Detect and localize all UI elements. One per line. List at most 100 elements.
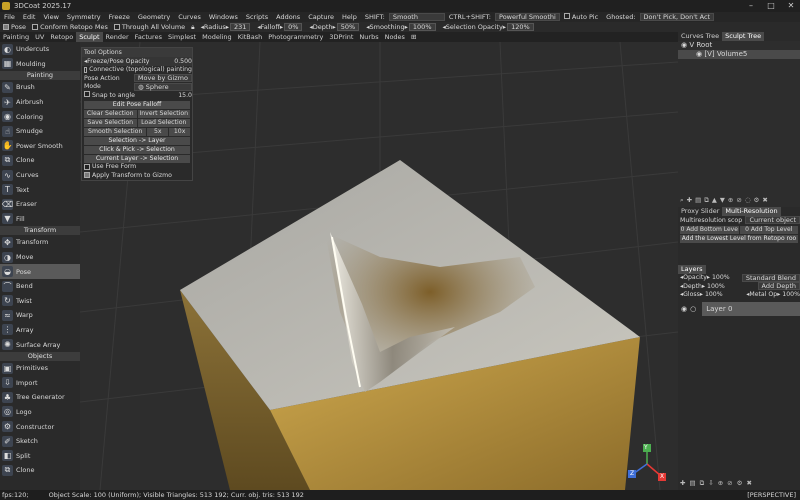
tool-move[interactable]: ◑ Move — [0, 250, 80, 265]
blend-mode-dropdown[interactable]: Standard Blend — [741, 273, 800, 282]
click-pick-selection-button[interactable]: Click & Pick -> Selection — [84, 145, 190, 154]
through-toggle[interactable]: Through All Volume — [111, 23, 188, 31]
tool-clone[interactable]: ⧉ Clone — [0, 463, 80, 478]
menu-item-windows[interactable]: Windows — [205, 13, 242, 21]
eye-icon[interactable]: ◉ — [681, 41, 687, 49]
menu-item-scripts[interactable]: Scripts — [242, 13, 272, 21]
smooth-selection-button[interactable]: Smooth Selection — [84, 127, 147, 136]
load-selection-button[interactable]: Load Selection — [137, 118, 190, 127]
menu-item-symmetry[interactable]: Symmetry — [63, 13, 105, 21]
tab-layers[interactable]: Layers — [678, 264, 706, 274]
lock-icon[interactable]: ○ — [690, 305, 696, 313]
falloff-control[interactable]: ◂ Falloff ▸ 0% — [254, 23, 306, 31]
clear-icon[interactable]: ⊘ — [727, 479, 732, 488]
multires-scope-dropdown[interactable]: Current object — [745, 216, 800, 225]
pose-checkbox[interactable] — [3, 24, 9, 30]
tab-nurbs[interactable]: Nurbs — [356, 32, 381, 42]
tool-sketch[interactable]: ✐ Sketch — [0, 434, 80, 449]
tree-root[interactable]: ◉ V Root — [678, 41, 800, 50]
tool-pose[interactable]: ◒ Pose — [0, 264, 80, 279]
radius-control[interactable]: ◂ Radius ▸ 231 — [198, 23, 255, 31]
tool-airbrush[interactable]: ✈ Airbrush — [0, 95, 80, 110]
merge-icon[interactable]: ⊕ — [718, 479, 723, 488]
move-up-icon[interactable]: ▲ — [712, 196, 717, 205]
tab-render[interactable]: Render — [103, 32, 132, 42]
pose-toggle[interactable]: Pose — [0, 23, 29, 31]
menu-item-capture[interactable]: Capture — [304, 13, 338, 21]
auto-pic-toggle[interactable]: Auto Pic — [560, 13, 602, 21]
current-layer-selection-button[interactable]: Current Layer -> Selection — [84, 154, 190, 163]
menu-item-help[interactable]: Help — [338, 13, 361, 21]
through-checkbox[interactable] — [113, 24, 120, 30]
merge-down-icon[interactable]: ⇩ — [708, 479, 713, 488]
layer-depth-row[interactable]: ◂Depth▸ 100% Add Depth — [678, 282, 800, 291]
minimize-button[interactable]: – — [742, 0, 760, 12]
eye-icon[interactable]: ◉ — [681, 305, 687, 313]
tool-warp[interactable]: ≈ Warp — [0, 308, 80, 323]
tool-clone[interactable]: ⧉ Clone — [0, 153, 80, 168]
tool-coloring[interactable]: ◉ Coloring — [0, 109, 80, 124]
layer-item[interactable]: ◉ ○ Layer 0 — [678, 302, 800, 316]
free-form-checkbox[interactable] — [84, 163, 90, 170]
tool-undercuts[interactable]: ◐ Undercuts — [0, 42, 80, 57]
depth-mode-dropdown[interactable]: Add Depth — [757, 282, 800, 291]
move-down-icon[interactable]: ▼ — [720, 196, 725, 205]
close-button[interactable]: ✕ — [782, 0, 800, 12]
layer-opacity-row[interactable]: ◂Opacity▸ 100% Standard Blend — [678, 273, 800, 283]
smooth-5x-button[interactable]: 5x — [147, 127, 169, 136]
connective-checkbox[interactable] — [84, 66, 88, 73]
use-free-form-toggle[interactable]: Use Free Form — [82, 163, 192, 172]
menu-item-addons[interactable]: Addons — [272, 13, 304, 21]
search-icon[interactable]: ⌕ — [680, 196, 684, 205]
tab-proxy-slider[interactable]: Proxy Slider — [678, 207, 722, 216]
tab-3dprint[interactable]: 3DPrint — [326, 32, 356, 42]
settings-icon[interactable]: ⚙ — [753, 196, 759, 205]
add-bottom-level-button[interactable]: 0 Add Bottom Leve — [680, 225, 739, 234]
apply-transform-checkbox[interactable] — [84, 172, 90, 179]
tab-sculpt[interactable]: Sculpt — [76, 32, 103, 42]
menu-item-freeze[interactable]: Freeze — [105, 13, 134, 21]
menu-item-file[interactable]: File — [0, 13, 19, 21]
tool-fill[interactable]: ▼ Fill — [0, 212, 80, 227]
tree-volume-item[interactable]: ◉ [V] Volume5 — [678, 50, 800, 59]
tool-power-smooth[interactable]: ✋ Power Smooth — [0, 139, 80, 154]
tool-primitives[interactable]: ▣ Primitives — [0, 361, 80, 376]
view-mode[interactable]: [PERSPECTIVE] — [747, 490, 796, 500]
clear-selection-button[interactable]: Clear Selection — [84, 109, 137, 118]
tab-factures[interactable]: Factures — [132, 32, 165, 42]
add-lowest-level-button[interactable]: Add the Lowest Level from Retopo roo — [680, 234, 798, 243]
selection-opacity-control[interactable]: ◂ Selection Opacity ▸ 120% — [440, 23, 538, 31]
layer-gloss-row[interactable]: ◂Gloss▸ 100% ◂Metal Op▸ 100% — [678, 291, 800, 300]
duplicate-icon[interactable]: ⧉ — [700, 479, 705, 488]
folder-icon[interactable]: ▤ — [695, 196, 701, 205]
add-icon[interactable]: ✚ — [687, 196, 692, 205]
add-top-level-button[interactable]: 0 Add Top Level — [739, 225, 798, 234]
tool-moulding[interactable]: ▦ Moulding — [0, 57, 80, 72]
edit-pose-falloff-button[interactable]: Edit Pose Falloff — [84, 100, 190, 109]
pose-action-dropdown[interactable]: Move by Gizmo — [133, 74, 192, 83]
copy-icon[interactable]: ⧉ — [704, 196, 709, 205]
hide-icon[interactable]: ◌ — [745, 196, 751, 205]
folder-icon[interactable]: ▤ — [689, 479, 695, 488]
selection-to-layer-button[interactable]: Selection -> Layer — [84, 136, 190, 145]
tab-uv[interactable]: UV — [32, 32, 47, 42]
tool-text[interactable]: T Text — [0, 182, 80, 197]
auto-pic-checkbox[interactable] — [563, 13, 570, 19]
tool-import[interactable]: ⇩ Import — [0, 375, 80, 390]
invert-selection-button[interactable]: Invert Selection — [137, 109, 190, 118]
tool-brush[interactable]: ✎ Brush — [0, 80, 80, 95]
tool-constructor[interactable]: ⚙ Constructor — [0, 419, 80, 434]
add-tab-icon[interactable]: ⊞ — [408, 32, 419, 42]
menu-item-curves[interactable]: Curves — [174, 13, 205, 21]
connective-painting-toggle[interactable]: Connective (topological) painting — [82, 66, 192, 75]
split-icon[interactable]: ⊘ — [736, 196, 741, 205]
tab-simplest[interactable]: Simplest — [165, 32, 199, 42]
lock-icon[interactable]: 🔒︎ — [188, 23, 197, 32]
shift-action-dropdown[interactable]: Smooth — [388, 13, 445, 21]
tool-surface-array[interactable]: ✺ Surface Array — [0, 337, 80, 352]
smoothing-control[interactable]: ◂ Smoothing ▸ 100% — [363, 23, 439, 31]
tool-bend[interactable]: ⌒ Bend — [0, 279, 80, 294]
tab-curves-tree[interactable]: Curves Tree — [678, 32, 722, 41]
settings-icon[interactable]: ⚙ — [737, 479, 743, 488]
tool-curves[interactable]: ∿ Curves — [0, 168, 80, 183]
